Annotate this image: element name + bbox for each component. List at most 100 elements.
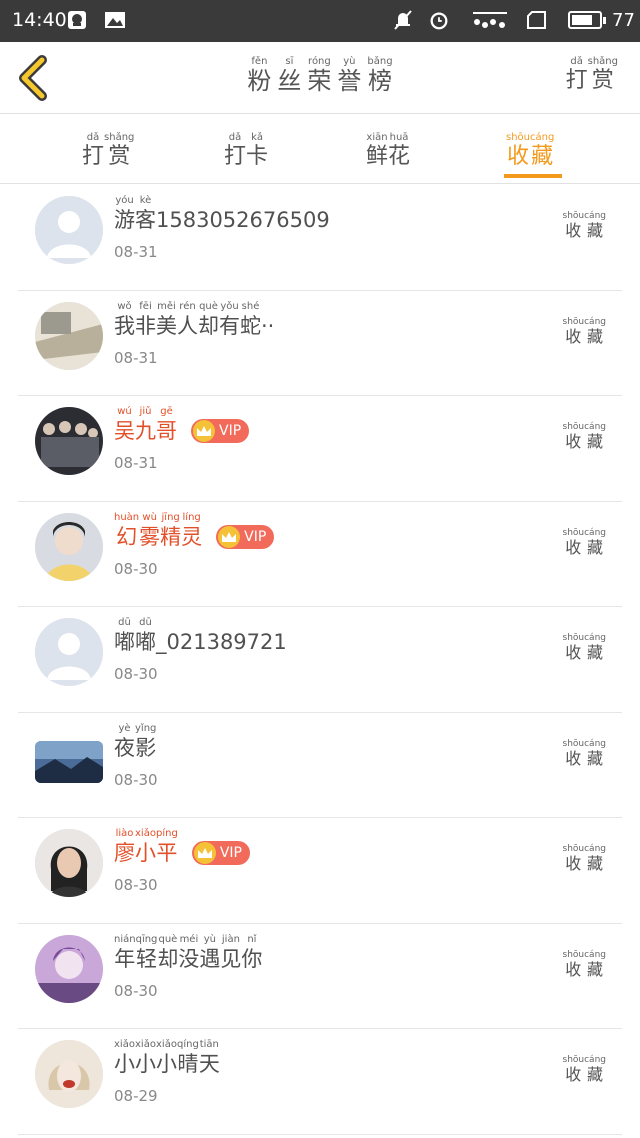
hanzi: 打 — [224, 144, 247, 169]
user-name: xiǎo 小 xiǎo 小 xiǎo 小 qíng 晴 tiān 天 — [114, 1039, 220, 1077]
ruby-char: què 却 — [198, 301, 219, 339]
hanzi: 非 — [135, 313, 156, 338]
date-label: 08-30 — [114, 665, 158, 683]
ruby-char: yè 夜 — [114, 723, 135, 761]
reward-button[interactable]: dǎ 打 shǎng 赏 — [566, 56, 618, 94]
avatar[interactable] — [35, 407, 103, 475]
list-item[interactable]: dū 嘟 dū 嘟 _021389721 08-30 shōu 收 cáng 藏 — [18, 607, 622, 713]
ruby-char: jiàn 见 — [220, 934, 241, 972]
favorite-action[interactable]: shōu 收 cáng 藏 — [563, 844, 607, 874]
tab-checkin[interactable]: dǎ 打 kǎ 卡 — [224, 132, 268, 170]
favorite-action[interactable]: shōu 收 cáng 藏 — [563, 422, 607, 452]
pinyin: huā — [389, 132, 409, 143]
ruby-char: shōu 收 — [563, 317, 585, 347]
hanzi: 藏 — [587, 221, 604, 240]
pinyin: jiàn — [221, 933, 240, 945]
pinyin: xiǎo — [135, 1039, 156, 1050]
favorite-action[interactable]: shōu 收 cáng 藏 — [563, 1055, 607, 1085]
pinyin: shōu — [562, 211, 585, 221]
favorite-action-label: shōu 收 cáng 藏 — [563, 1055, 607, 1085]
pinyin: shōu — [562, 633, 585, 643]
hanzi: 美 — [156, 313, 177, 338]
user-name-suffix: _021389721 — [156, 630, 287, 654]
pinyin: què — [158, 933, 178, 945]
avatar[interactable] — [35, 934, 103, 1003]
ruby-char: cáng 藏 — [584, 211, 606, 241]
list-item[interactable]: wú 吴 jiǔ 九 gē 哥 VIP 08-31 shōu 收 cáng 藏 — [18, 396, 622, 502]
ruby-char: nián 年 — [114, 934, 136, 972]
pinyin: gē — [160, 406, 173, 417]
user-name: dū 嘟 dū 嘟 _021389721 — [114, 617, 287, 655]
hanzi: 蛇 — [240, 313, 261, 338]
avatar[interactable] — [35, 618, 103, 686]
tab-flowers-label: xiān 鲜 huā 花 — [366, 132, 410, 170]
list-item[interactable]: yóu 游 kè 客 15830526765​09 08-31 shōu 收 cáng 藏 — [18, 185, 622, 291]
user-name-text: yóu 游 kè 客 — [114, 195, 156, 233]
pinyin: shōu — [562, 1055, 585, 1065]
favorite-action[interactable]: shōu 收 cáng 藏 — [563, 528, 607, 558]
avatar[interactable] — [35, 301, 103, 370]
pinyin: shōu — [562, 949, 585, 960]
fan-list: yóu 游 kè 客 15830526765​09 08-31 shōu 收 cáng 藏 wǒ 我 f… — [0, 185, 640, 1135]
hanzi: 卡 — [246, 144, 269, 169]
pinyin: měi — [157, 300, 176, 312]
hanzi: 赏 — [108, 144, 131, 169]
ruby-char: shōu 收 — [563, 422, 585, 452]
avatar[interactable] — [35, 829, 103, 897]
pinyin: shōu — [562, 422, 585, 432]
user-name-suffix: ·· — [261, 313, 275, 338]
avatar[interactable] — [35, 1040, 103, 1108]
pinyin: shōu — [562, 527, 585, 538]
user-name-text: huàn 幻 wù 雾 jīng 精 líng 灵 — [114, 512, 202, 550]
pinyin: méi — [179, 933, 199, 945]
ruby-char: yù 遇 — [199, 934, 220, 972]
tab-reward[interactable]: dǎ 打 shǎng 赏 — [82, 132, 134, 170]
mute-icon — [392, 9, 414, 31]
list-item[interactable]: huàn 幻 wù 雾 jīng 精 líng 灵 VIP 08-30 shōu 收 cáng 藏 — [18, 502, 622, 607]
date-label: 08-31 — [114, 454, 158, 472]
list-item[interactable]: yè 夜 yǐng 影 08-30 shōu 收 cáng 藏 — [18, 713, 622, 818]
ruby-char: méi 没 — [178, 934, 199, 972]
ruby-char: sī 丝 — [277, 56, 301, 94]
pinyin: shōu — [562, 844, 585, 854]
list-item[interactable]: liào 廖 xiǎo 小 píng 平 VIP 08-30 shōu 收 cáng 藏 — [18, 818, 622, 924]
avatar[interactable] — [35, 196, 103, 264]
vip-label: VIP — [219, 845, 242, 861]
list-item[interactable]: nián 年 qīng 轻 què 却 méi 没 yù 遇 jiàn 见 nǐ 你 08-30 shōu 收 c… — [18, 924, 622, 1029]
list-item[interactable]: xiǎo 小 xiǎo 小 xiǎo 小 qíng 晴 tiān 天 08-29 shōu 收 cáng 藏 — [18, 1029, 622, 1135]
pinyin: cáng — [584, 211, 606, 221]
favorite-action[interactable]: shōu 收 cáng 藏 — [563, 633, 607, 663]
pinyin: yǐng — [135, 722, 157, 734]
ruby-char: wù 雾 — [139, 512, 160, 550]
ruby-char: yǒu 有 — [219, 301, 240, 339]
favorite-action[interactable]: shōu 收 cáng 藏 — [563, 211, 607, 241]
hanzi: 赏 — [591, 68, 614, 93]
qq-icon — [66, 9, 88, 31]
battery-icon — [568, 11, 606, 29]
user-name: wǒ 我 fēi 非 měi 美 rén 人 què 却 yǒu 有 shé 蛇 ·· — [114, 301, 274, 339]
ruby-char: xiǎo 小 — [135, 1039, 156, 1077]
ruby-char: wú 吴 — [114, 406, 135, 444]
pinyin: dǎ — [228, 132, 242, 143]
tab-favorites[interactable]: shōu 收 cáng 藏 — [506, 132, 554, 170]
ruby-char: shōu 收 — [506, 132, 530, 170]
favorite-action[interactable]: shōu 收 cáng 藏 — [563, 950, 607, 980]
pinyin: xiǎo — [114, 1039, 135, 1050]
pinyin: shé — [241, 300, 260, 312]
list-item[interactable]: wǒ 我 fēi 非 měi 美 rén 人 què 却 yǒu 有 shé 蛇 ·· 08-31 shōu 收 c… — [18, 291, 622, 396]
ruby-char: qīng 轻 — [136, 934, 158, 972]
avatar[interactable] — [35, 512, 103, 581]
ruby-char: cáng 藏 — [584, 739, 606, 769]
hanzi: 收 — [565, 748, 582, 768]
favorite-action[interactable]: shōu 收 cáng 藏 — [563, 317, 607, 347]
pinyin: shǎng — [587, 56, 618, 67]
favorite-action[interactable]: shōu 收 cáng 藏 — [563, 739, 607, 769]
avatar[interactable] — [35, 740, 103, 783]
hanzi: 幻 — [116, 524, 138, 549]
pinyin: cáng — [584, 316, 606, 327]
tab-flowers[interactable]: xiān 鲜 huā 花 — [366, 132, 410, 170]
hanzi: 平 — [156, 841, 178, 865]
hanzi: 客 — [135, 208, 156, 232]
ruby-char: kǎ 卡 — [246, 132, 268, 170]
pinyin: yǒu — [220, 300, 239, 312]
